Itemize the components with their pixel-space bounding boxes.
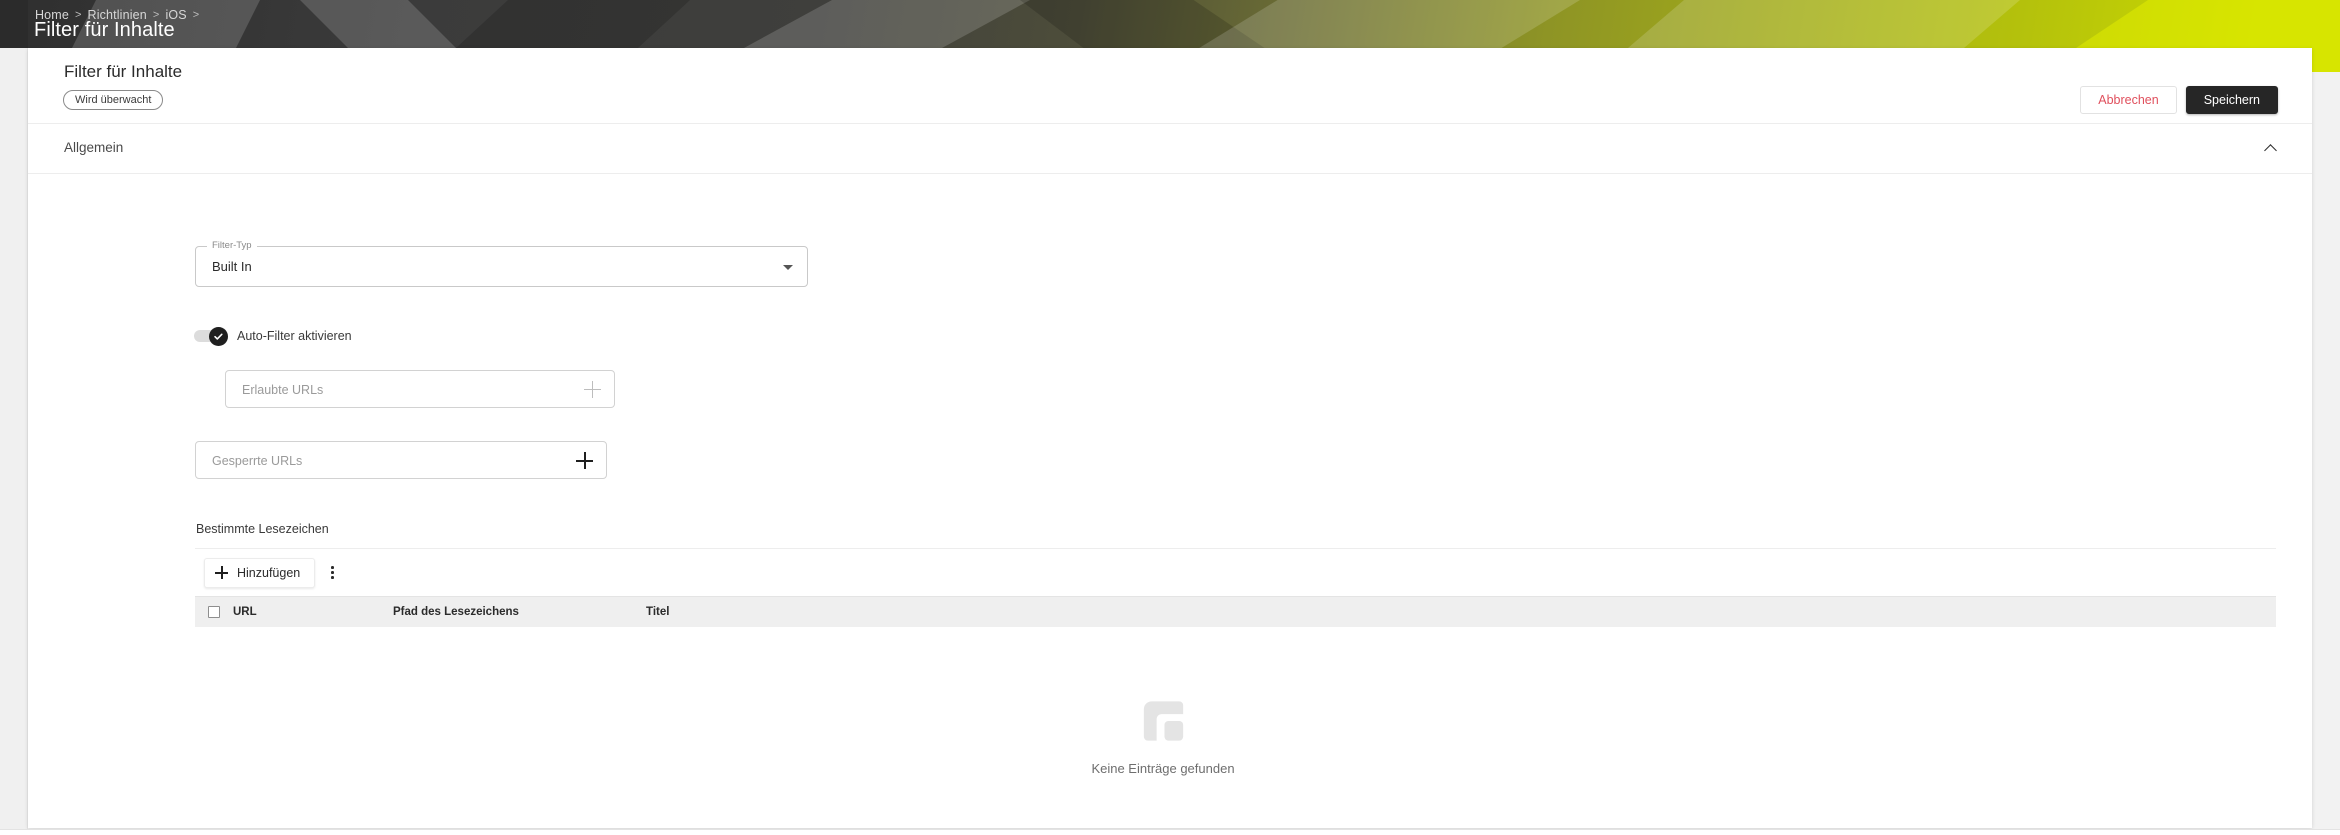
card-header: Filter für Inhalte Wird überwacht Abbrec… (28, 48, 2312, 124)
auto-filter-label: Auto-Filter aktivieren (237, 329, 352, 343)
add-bookmark-button[interactable]: Hinzufügen (204, 557, 316, 588)
form-body (28, 174, 2312, 184)
app-root: Home > Richtlinien > iOS > Filter für In… (0, 0, 2340, 835)
breadcrumb-separator-icon: > (192, 9, 200, 21)
select-all-cell (195, 606, 233, 618)
table-toolbar: Hinzufügen (195, 548, 2276, 596)
add-bookmark-label: Hinzufügen (237, 565, 301, 580)
page-title: Filter für Inhalte (34, 19, 175, 41)
bookmarks-label: Bestimmte Lesezeichen (196, 522, 329, 536)
plus-icon[interactable] (584, 381, 601, 398)
auto-filter-toggle[interactable] (194, 327, 228, 346)
brand-logo-icon (1143, 701, 1183, 741)
kebab-dot (330, 571, 334, 574)
auto-filter-toggle-row: Auto-Filter aktivieren (194, 327, 352, 346)
status-badge: Wird überwacht (63, 90, 164, 110)
empty-state-text: Keine Einträge gefunden (1091, 761, 1235, 776)
plus-icon (215, 566, 228, 579)
card-title: Filter für Inhalte (64, 62, 183, 81)
header-actions: Abbrechen Speichern (2080, 86, 2278, 114)
save-button[interactable]: Speichern (2185, 86, 2278, 114)
left-gutter (0, 48, 28, 835)
empty-state: Keine Einträge gefunden (50, 627, 2276, 835)
bottom-strip (0, 829, 2340, 835)
plus-icon[interactable] (576, 452, 593, 469)
allowed-urls-placeholder: Erlaubte URLs (242, 383, 324, 397)
blocked-urls-input[interactable]: Gesperrte URLs (195, 441, 607, 479)
kebab-dot (330, 566, 334, 569)
blocked-urls-placeholder: Gesperrte URLs (212, 454, 303, 468)
check-icon (214, 333, 223, 340)
table-header-row: URL Pfad des Lesezeichens Titel (195, 596, 2276, 627)
toggle-knob (209, 327, 228, 346)
filter-type-select[interactable]: Filter-Typ Built In (195, 240, 808, 287)
bookmarks-table: Hinzufügen URL Pfad des Lesezeichens Tit… (195, 548, 2276, 835)
kebab-menu-icon[interactable] (319, 558, 345, 588)
section-title: Allgemein (64, 140, 124, 155)
collapse-section-button[interactable] (2258, 137, 2282, 161)
column-header-url[interactable]: URL (233, 606, 393, 618)
filter-type-value: Built In (212, 259, 252, 274)
column-header-path[interactable]: Pfad des Lesezeichens (393, 606, 646, 618)
left-dark-corner (0, 0, 28, 48)
select-all-checkbox[interactable] (208, 606, 220, 618)
column-header-title[interactable]: Titel (646, 606, 846, 618)
cancel-button[interactable]: Abbrechen (2080, 86, 2177, 114)
chevron-up-icon (2263, 144, 2277, 157)
allowed-urls-input[interactable]: Erlaubte URLs (225, 370, 615, 408)
section-header-allgemein: Allgemein (28, 124, 2312, 174)
filter-type-label: Filter-Typ (207, 240, 257, 251)
kebab-dot (330, 576, 334, 579)
chevron-down-icon (783, 265, 793, 270)
